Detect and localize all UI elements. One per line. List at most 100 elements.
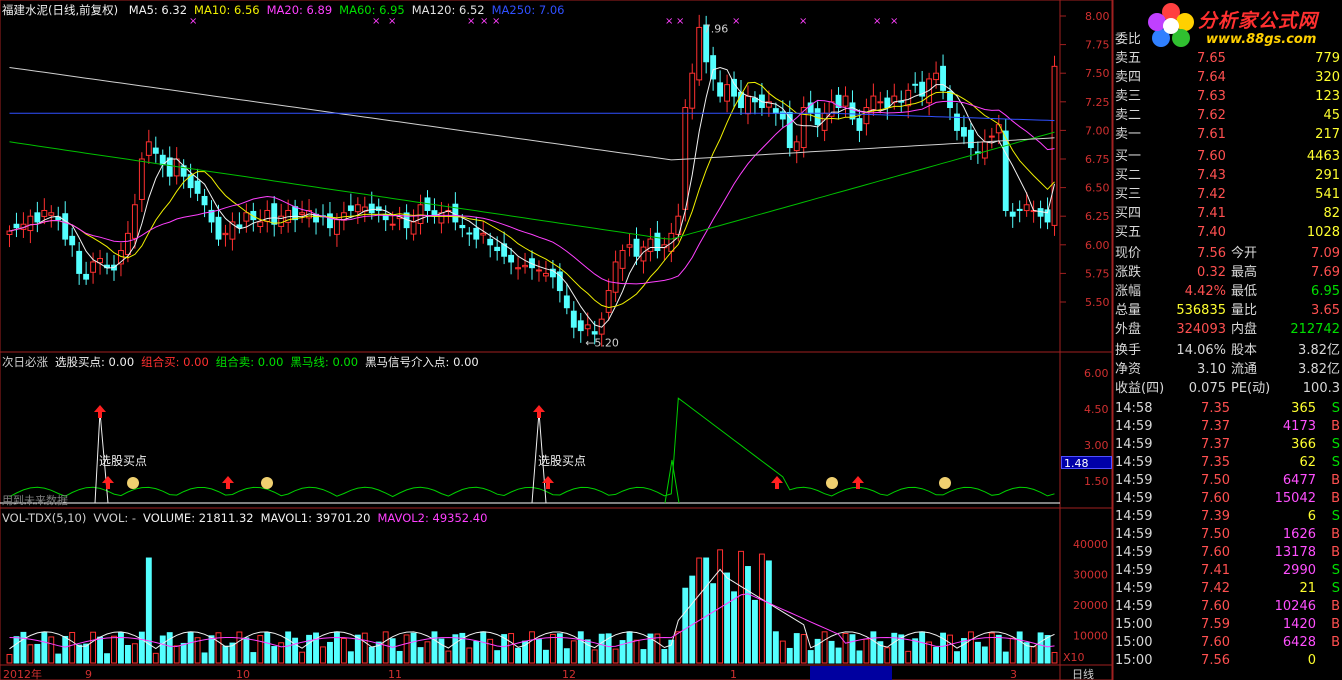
volume-bar (1009, 637, 1016, 664)
candle-body (473, 227, 480, 240)
candle-body (6, 230, 13, 236)
tick-side: S (1331, 401, 1340, 416)
candle-body (76, 250, 83, 274)
buy-point-label: 选股买点 (538, 454, 586, 468)
signal-marker: × (873, 16, 881, 27)
quote-panel: 委比 卖五 7.65 779 卖四 7.64 320 卖三 7.63 123 卖二 7.62 45 卖一 7… (1113, 0, 1342, 680)
chart-frame (0, 0, 1114, 680)
candle-body (48, 212, 55, 216)
volume-bar (104, 653, 110, 664)
candle-body (842, 95, 849, 107)
indicator-legend-item: 选股买点: 0.00 (55, 355, 135, 369)
candle-body (299, 212, 306, 215)
xaxis-label: 11 (388, 668, 402, 680)
tick-side: B (1331, 545, 1340, 560)
stat-label-2: 今开 (1231, 246, 1258, 261)
volume-bar (83, 643, 90, 664)
ask-label: 卖二 (1115, 108, 1142, 123)
volume-tick-label: 40000 (1073, 538, 1108, 551)
candle-body (772, 108, 779, 114)
tick-side: B (1331, 635, 1340, 650)
volume-bar (1030, 646, 1037, 664)
bid-label: 买五 (1115, 225, 1142, 240)
volume-bar (417, 647, 424, 664)
signal-marker: × (492, 16, 500, 27)
volume-bar (347, 651, 354, 664)
volume-bar (710, 583, 717, 664)
bid-volume: 4463 (1306, 149, 1340, 164)
heima-line (9, 397, 1055, 498)
volume-bar (549, 633, 556, 664)
logo-url[interactable]: www.88gs.com (1206, 32, 1316, 47)
xaxis-label: 12 (562, 668, 576, 680)
candle-body (591, 331, 598, 335)
stat-value-2: 212742 (1290, 322, 1340, 337)
candle-body (619, 250, 626, 269)
candle-body (536, 269, 542, 272)
candle-body (13, 223, 20, 229)
volume-bar (1044, 635, 1051, 664)
signal-marker: × (189, 16, 197, 27)
stat-value-2: 3.65 (1311, 303, 1340, 318)
volume-bar (542, 649, 549, 664)
signal-marker: × (890, 16, 898, 27)
price-tick-label: 6.25 (1085, 210, 1110, 223)
volume-bar (967, 631, 974, 664)
price-tick-label: 8.00 (1085, 10, 1110, 23)
volume-bar (27, 644, 34, 664)
tick-time: 14:59 (1115, 581, 1153, 596)
ask-label: 卖一 (1115, 127, 1142, 142)
candle-body (145, 141, 152, 156)
volume-bar (995, 634, 1002, 664)
tick-price: 7.37 (1201, 437, 1230, 452)
volume-bar (947, 634, 953, 664)
period-label: 日线 (1072, 667, 1094, 680)
tick-price: 7.56 (1201, 653, 1230, 668)
ask-row: 卖三 7.63 123 (1113, 87, 1342, 106)
volume-bar (431, 631, 438, 664)
volume-bar (285, 631, 292, 664)
volume-unit: X10 (1063, 651, 1085, 664)
volume-bar (166, 632, 173, 664)
stat-value: 7.56 (1197, 246, 1226, 261)
signal-marker: × (467, 16, 475, 27)
stat-value: 0.32 (1197, 265, 1226, 280)
volume-bar (856, 650, 863, 664)
volume-bar (145, 557, 152, 664)
volume-bar (689, 575, 696, 664)
stat-label: 总量 (1115, 303, 1142, 318)
tick-side: B (1331, 419, 1340, 434)
volume-bar (598, 633, 605, 664)
volume-bar (933, 646, 940, 664)
volume-bar (76, 644, 83, 664)
volume-bar (55, 653, 62, 664)
tick-time: 14:59 (1115, 419, 1153, 434)
volume-bar (563, 648, 570, 664)
volume-bar (306, 634, 312, 664)
price-tick-label: 5.50 (1085, 296, 1110, 309)
volume-legend-item: VOL-TDX(5,10) (2, 511, 87, 525)
volume-bar (243, 637, 250, 664)
indicator-header: 次日必涨 选股买点: 0.00 组合买: 0.00 组合卖: 0.00 黑马线: 0.0… (2, 355, 486, 369)
fund-label-2: 流通 (1231, 362, 1258, 377)
price-tick-label: 7.50 (1085, 67, 1110, 80)
stat-label-2: 内盘 (1231, 322, 1258, 337)
volume-bar (97, 636, 103, 664)
volume-bar (473, 640, 480, 664)
xaxis-label: 10 (236, 668, 250, 680)
volume-bar (250, 652, 257, 664)
indicator-tick-label: 3.00 (1084, 439, 1109, 452)
candle-body (515, 267, 522, 270)
stat-value-2: 6.95 (1311, 284, 1340, 299)
candle-body (494, 246, 501, 252)
signal-marker: × (665, 16, 673, 27)
candle-body (1023, 204, 1030, 212)
volume-bar (487, 638, 494, 664)
volume-tick-label: 30000 (1073, 569, 1108, 582)
ask-label: 卖三 (1115, 89, 1142, 104)
candle-body (1051, 65, 1058, 226)
fund-value: 0.075 (1188, 381, 1226, 396)
tick-volume: 1420 (1282, 617, 1316, 632)
volume-tick-label: 10000 (1073, 630, 1108, 643)
ma-legend: MA5: 6.32 MA10: 6.56 MA20: 6.89 MA60: 6.95 M… (129, 3, 572, 17)
